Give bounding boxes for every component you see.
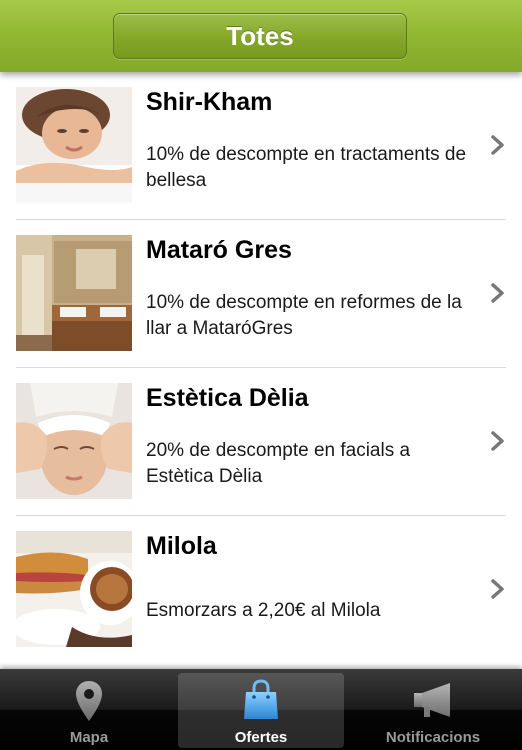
offer-title: Milola	[146, 532, 217, 560]
chevron-right-icon	[491, 431, 504, 451]
tab-mapa[interactable]: Mapa	[6, 673, 172, 748]
offer-row[interactable]: Mataró Gres 10% de descompte en reformes…	[0, 220, 522, 368]
offer-description: 10% de descompte en tractaments de belle…	[146, 144, 467, 191]
offer-row[interactable]: Shir-Kham 10% de descompte en tractament…	[0, 72, 522, 220]
chevron-right-icon	[491, 135, 504, 155]
offer-title: Shir-Kham	[146, 88, 273, 116]
nav-bar: Totes	[0, 0, 522, 72]
filter-button[interactable]: Totes	[113, 13, 407, 59]
tab-bar: Mapa Ofertes Notificacions	[0, 669, 522, 750]
tab-label: Notificacions	[385, 729, 481, 746]
map-pin-icon	[76, 681, 102, 721]
offer-description: 10% de descompte en reformes de la llar …	[146, 292, 462, 339]
tab-notificacions[interactable]: Notificacions	[350, 673, 516, 748]
tab-label: Ofertes	[234, 729, 288, 746]
offer-description: Esmorzars a 2,20€ al Milola	[146, 600, 381, 621]
shopping-bag-icon	[244, 679, 278, 719]
chevron-right-icon	[491, 283, 504, 303]
offer-title: Estètica Dèlia	[146, 384, 309, 412]
offer-title: Mataró Gres	[146, 236, 292, 264]
woman-spa-photo	[16, 87, 132, 203]
facial-massage-photo	[16, 383, 132, 499]
offer-row[interactable]: Estètica Dèlia 20% de descompte en facia…	[0, 368, 522, 516]
offer-description: 20% de descompte en facials a Estètica D…	[146, 440, 411, 487]
megaphone-icon	[414, 683, 450, 717]
offer-row[interactable]: Milola Esmorzars a 2,20€ al Milola	[0, 516, 522, 664]
chevron-right-icon	[491, 579, 504, 599]
bathroom-photo	[16, 235, 132, 351]
tab-ofertes[interactable]: Ofertes	[178, 673, 344, 748]
offer-list[interactable]: Shir-Kham 10% de descompte en tractament…	[0, 72, 522, 669]
tab-label: Mapa	[69, 729, 109, 746]
breakfast-photo	[16, 531, 132, 647]
